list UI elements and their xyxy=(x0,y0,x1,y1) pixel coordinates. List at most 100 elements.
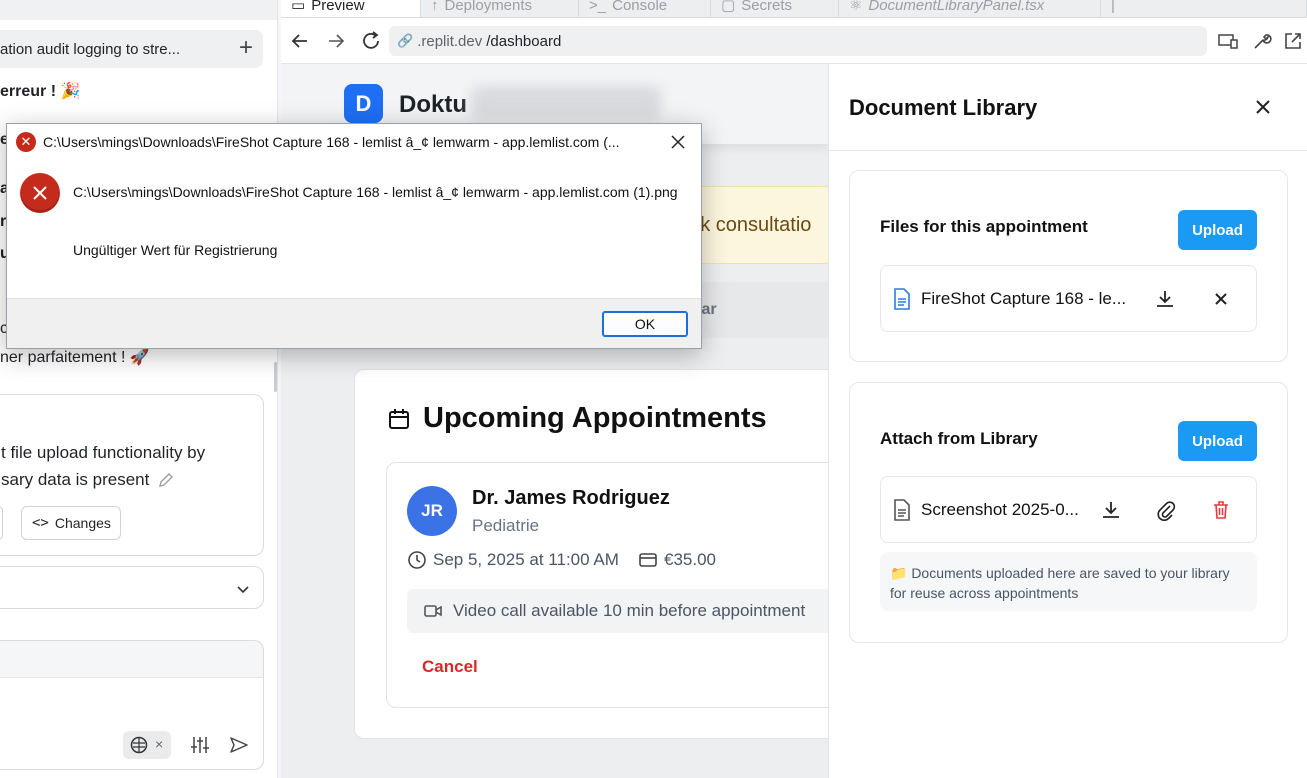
document-icon xyxy=(894,288,910,310)
back-arrow-icon[interactable] xyxy=(289,30,311,52)
dialog-message: C:\Users\mings\Downloads\FireShot Captur… xyxy=(73,184,678,200)
datetime-text: Sep 5, 2025 at 11:00 AM xyxy=(433,550,619,569)
download-icon[interactable] xyxy=(1100,499,1122,521)
download-icon[interactable] xyxy=(1154,288,1176,310)
panel-divider xyxy=(829,150,1307,151)
tab-file[interactable]: ⚛ DocumentLibraryPanel.tsx xyxy=(839,0,1101,17)
calendar-icon xyxy=(389,408,409,429)
edit-pencil-icon[interactable] xyxy=(157,471,175,489)
brain-icon xyxy=(130,736,148,754)
appointment-item: JR Dr. James Rodriguez Pediatrie Sep 5, … xyxy=(386,462,828,708)
price-text: €35.00 xyxy=(664,550,716,569)
chevron-down-icon[interactable] xyxy=(235,581,251,597)
chat-thread-title[interactable]: ation audit logging to stre... + xyxy=(0,30,263,68)
collapsed-section[interactable] xyxy=(0,566,264,609)
appointment-datetime: Sep 5, 2025 at 11:00 AM xyxy=(407,550,619,570)
tab-label: Secrets xyxy=(741,0,793,14)
tab-deployments[interactable]: ↑ Deployments xyxy=(421,0,579,17)
appointments-heading: Upcoming Appointments xyxy=(387,402,767,435)
settings-sliders-icon[interactable] xyxy=(190,735,210,755)
chat-panel: ation audit logging to stre... + erreur … xyxy=(0,0,278,778)
error-icon xyxy=(20,173,60,213)
monitor-icon: ▭ xyxy=(291,0,306,14)
wrench-icon[interactable] xyxy=(1251,30,1273,52)
dialog-title: C:\Users\mings\Downloads\FireShot Captur… xyxy=(43,134,620,150)
panel-title: Document Library xyxy=(849,95,1038,120)
panel-resize-handle[interactable] xyxy=(274,362,277,392)
document-library-panel: Document Library Files for this appointm… xyxy=(828,64,1307,778)
chat-thread-title-text: ation audit logging to stre... xyxy=(0,40,181,58)
deploy-icon: ↑ xyxy=(431,0,439,14)
chat-message-line: ner parfaitement ! 🚀 xyxy=(0,349,150,366)
dialog-footer: OK xyxy=(7,298,701,348)
section-title: Files for this appointment xyxy=(880,217,1088,236)
file-name: Screenshot 2025-0... xyxy=(921,500,1079,519)
ok-button[interactable]: OK xyxy=(602,311,688,337)
model-chip[interactable]: × xyxy=(123,731,171,759)
doctor-avatar: JR xyxy=(407,486,457,536)
tab-new[interactable]: | xyxy=(1101,0,1307,17)
video-note-text: Video call available 10 min before appoi… xyxy=(453,601,806,620)
lock-icon: ▢ xyxy=(721,0,736,14)
tab-preview[interactable]: ▭ Preview xyxy=(281,0,421,17)
dialog-detail: Ungültiger Wert für Registrierung xyxy=(73,242,278,258)
cancel-appointment-button[interactable]: Cancel xyxy=(422,657,478,677)
tab-label: Deployments xyxy=(444,0,533,14)
dialog-titlebar[interactable]: ✕ C:\Users\mings\Downloads\FireShot Capt… xyxy=(7,124,701,160)
chat-message-line: erreur ! 🎉 xyxy=(0,83,81,100)
changes-label: Changes xyxy=(54,515,111,531)
library-info-note: 📁 Documents uploaded here are saved to y… xyxy=(880,552,1257,611)
tab-label: DocumentLibraryPanel.tsx xyxy=(868,0,1045,14)
send-icon[interactable] xyxy=(229,735,249,755)
tab-console[interactable]: >_ Console xyxy=(579,0,711,17)
forward-arrow-icon[interactable] xyxy=(325,30,347,52)
changes-button[interactable]: <> Changes xyxy=(21,506,121,540)
appointments-title: Upcoming Appointments xyxy=(423,402,767,434)
terminal-icon: >_ xyxy=(589,0,607,14)
checkpoint-text-line: t file upload functionality by xyxy=(1,443,206,462)
close-panel-icon[interactable] xyxy=(1253,97,1273,117)
doctor-specialty: Pediatrie xyxy=(472,516,540,535)
appointment-files-section: Files for this appointment Upload FireSh… xyxy=(849,170,1288,362)
doctor-name: Dr. James Rodriguez xyxy=(472,487,670,509)
devices-icon[interactable] xyxy=(1217,30,1239,52)
close-dialog-icon[interactable] xyxy=(669,133,687,151)
library-section: Attach from Library Upload Screenshot 20… xyxy=(849,382,1288,643)
chat-topbar xyxy=(0,0,277,20)
brand-name: Doktu xyxy=(399,91,467,118)
video-camera-icon xyxy=(424,605,442,617)
file-row: FireShot Capture 168 - le... xyxy=(880,265,1257,332)
attach-paperclip-icon[interactable] xyxy=(1155,499,1177,521)
remove-chip-icon[interactable]: × xyxy=(155,736,163,752)
preview-toolbar: 🔗 .replit.dev/dashboard xyxy=(281,18,1307,64)
file-name: FireShot Capture 168 - le... xyxy=(921,289,1127,308)
rollback-button[interactable] xyxy=(0,506,3,540)
trash-icon[interactable] xyxy=(1210,499,1232,521)
refresh-icon[interactable] xyxy=(360,30,382,52)
appointment-price: €35.00 xyxy=(638,550,716,570)
new-chat-plus-icon[interactable]: + xyxy=(239,35,253,61)
upload-button[interactable]: Upload xyxy=(1178,210,1257,250)
url-input[interactable]: 🔗 .replit.dev/dashboard xyxy=(389,26,1207,56)
react-file-icon: ⚛ xyxy=(849,0,863,14)
tab-secrets[interactable]: ▢ Secrets xyxy=(711,0,839,17)
appointments-card: Upcoming Appointments JR Dr. James Rodri… xyxy=(354,369,828,739)
checkpoint-card: t file upload functionality by sary data… xyxy=(0,394,264,556)
upload-button[interactable]: Upload xyxy=(1178,421,1257,461)
link-icon: 🔗 xyxy=(397,33,414,48)
workspace-tabs: ▭ Preview ↑ Deployments >_ Console ▢ Sec… xyxy=(281,0,1307,18)
error-x-glyph-icon xyxy=(33,186,47,200)
error-dialog: ✕ C:\Users\mings\Downloads\FireShot Capt… xyxy=(6,123,702,349)
blurred-heading xyxy=(471,86,661,120)
tab-label: Console xyxy=(612,0,668,14)
chat-input-box[interactable]: × xyxy=(0,640,264,770)
error-small-icon: ✕ xyxy=(16,132,36,152)
file-row: Screenshot 2025-0... xyxy=(880,476,1257,543)
tab-separator-icon: | xyxy=(1111,0,1115,14)
app-logo: D xyxy=(344,84,383,123)
credit-card-icon xyxy=(639,553,657,567)
url-host: .replit.dev xyxy=(417,32,483,50)
remove-file-icon[interactable] xyxy=(1210,288,1232,310)
open-new-window-icon[interactable] xyxy=(1282,30,1304,52)
section-title: Attach from Library xyxy=(880,429,1038,448)
